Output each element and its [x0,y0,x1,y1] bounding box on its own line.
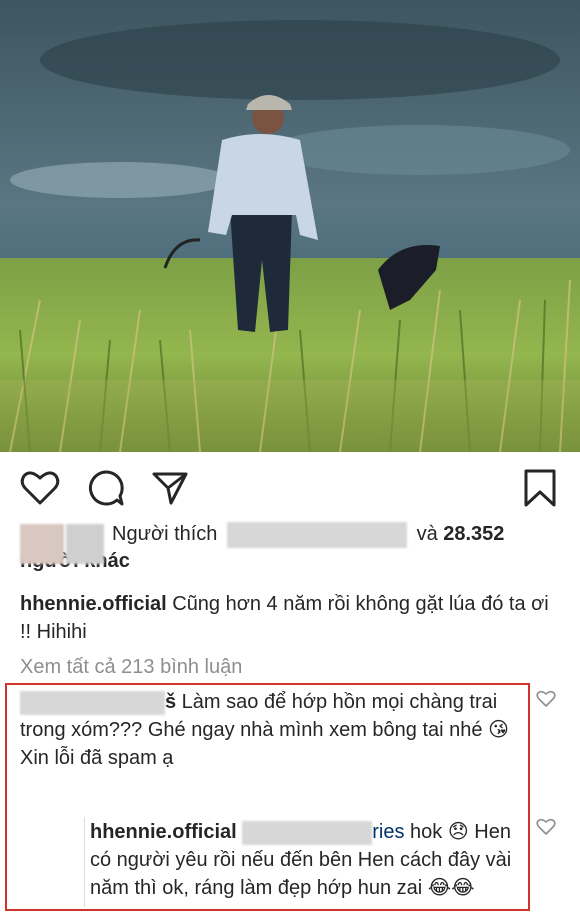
view-all-comments-link[interactable]: Xem tất cả 213 bình luận [20,656,242,679]
post-actions [0,468,580,512]
liker-name-redacted[interactable] [227,521,407,548]
heart-icon [536,818,556,840]
share-icon [151,470,189,511]
reply-username[interactable]: hhennie.official [90,821,237,843]
likes-count[interactable]: 28.352 [443,523,504,545]
avatar [66,524,104,564]
caption-username[interactable]: hhennie.official [20,593,167,615]
heart-icon [20,470,60,511]
mention-redacted[interactable] [242,820,373,845]
comment-icon [87,469,125,512]
reply-like-button[interactable] [536,818,556,841]
post-caption: hhennie.official Cũng hơn 4 năm rồi khôn… [20,590,560,646]
commenter-name-redacted[interactable] [20,690,165,715]
heart-icon [536,690,556,712]
reply-mention-tail[interactable]: ries [372,821,404,843]
save-button[interactable] [518,468,562,512]
comment: š Làm sao để hớp hồn mọi chàng trai tron… [20,688,510,772]
like-button[interactable] [18,468,62,512]
avatar [20,524,64,564]
likes-summary: Người thích và 28.352 người khác [20,521,565,574]
share-button[interactable] [148,468,192,512]
likes-prefix: Người thích [112,523,218,545]
liker-avatars[interactable] [20,524,104,564]
reply-thread-line [84,817,85,907]
bookmark-icon [523,468,557,513]
comment-text-line2: Xin lỗi đã spam ạ [20,747,174,769]
comment-name-tail: š [165,691,177,713]
comment-reply: hhennie.official ries hok 😞 Hen có người… [90,818,520,902]
comment-like-button[interactable] [536,690,556,713]
post-photo[interactable] [0,0,580,452]
comment-button[interactable] [84,468,128,512]
likes-and: và [416,523,438,545]
